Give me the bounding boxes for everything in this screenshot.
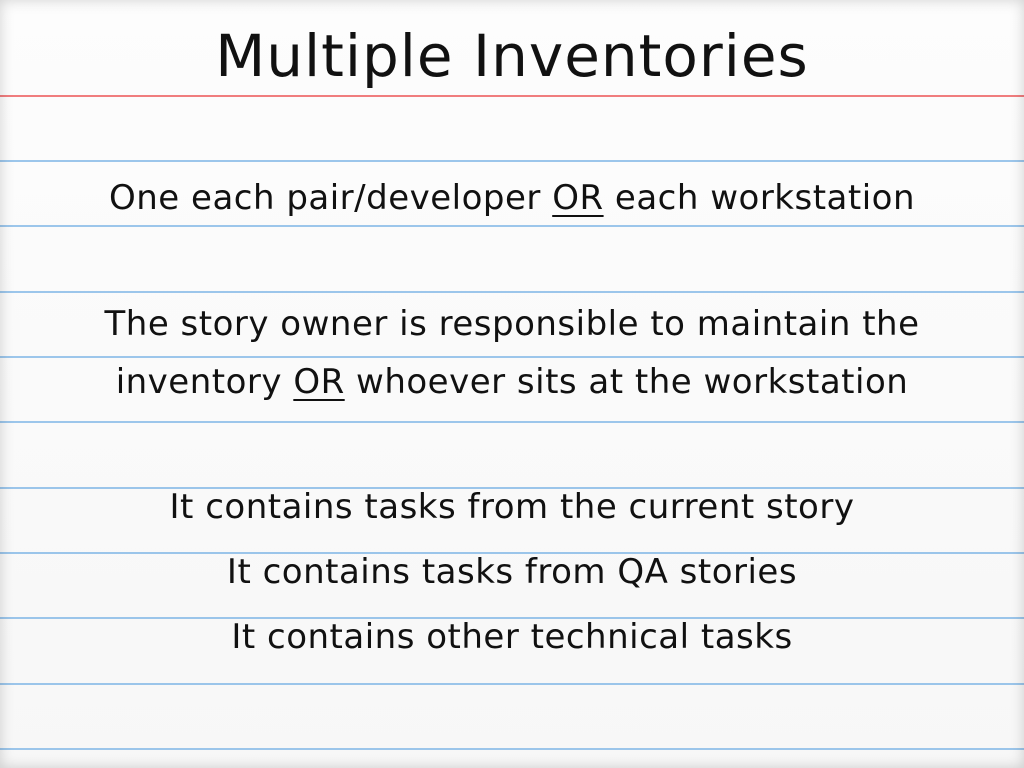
- or-emphasis: OR: [552, 178, 604, 218]
- line-text: It contains other technical tasks: [231, 617, 793, 657]
- line-text: The story owner is responsible to mainta…: [104, 304, 920, 344]
- blue-rule: [0, 683, 1024, 685]
- blue-rule: [0, 225, 1024, 227]
- blue-rule: [0, 421, 1024, 423]
- line-text: whoever sits at the workstation: [344, 362, 909, 402]
- line-text: each workstation: [603, 178, 915, 218]
- bullet-line-technical-tasks: It contains other technical tasks: [0, 617, 1024, 657]
- bullet-line-qa-stories: It contains tasks from QA stories: [0, 552, 1024, 592]
- blue-rule: [0, 291, 1024, 293]
- bullet-line-story-owner: The story owner is responsible to mainta…: [0, 304, 1024, 344]
- line-text: It contains tasks from the current story: [169, 487, 855, 527]
- blue-rule: [0, 160, 1024, 162]
- blue-rule: [0, 748, 1024, 750]
- line-text: One each pair/developer: [108, 178, 553, 218]
- line-text: It contains tasks from QA stories: [226, 552, 798, 592]
- or-emphasis: OR: [293, 362, 345, 402]
- index-card-slide: Multiple Inventories One each pair/devel…: [0, 0, 1024, 768]
- line-text: inventory: [115, 362, 294, 402]
- blue-rule: [0, 356, 1024, 358]
- bullet-line-inventory-or-whoever: inventory OR whoever sits at the worksta…: [0, 362, 1024, 402]
- slide-title: Multiple Inventories: [215, 22, 809, 90]
- bullet-line-current-story: It contains tasks from the current story: [0, 487, 1024, 527]
- bullet-line-pair-or-workstation: One each pair/developer OR each workstat…: [0, 178, 1024, 218]
- red-margin-rule: [0, 95, 1024, 97]
